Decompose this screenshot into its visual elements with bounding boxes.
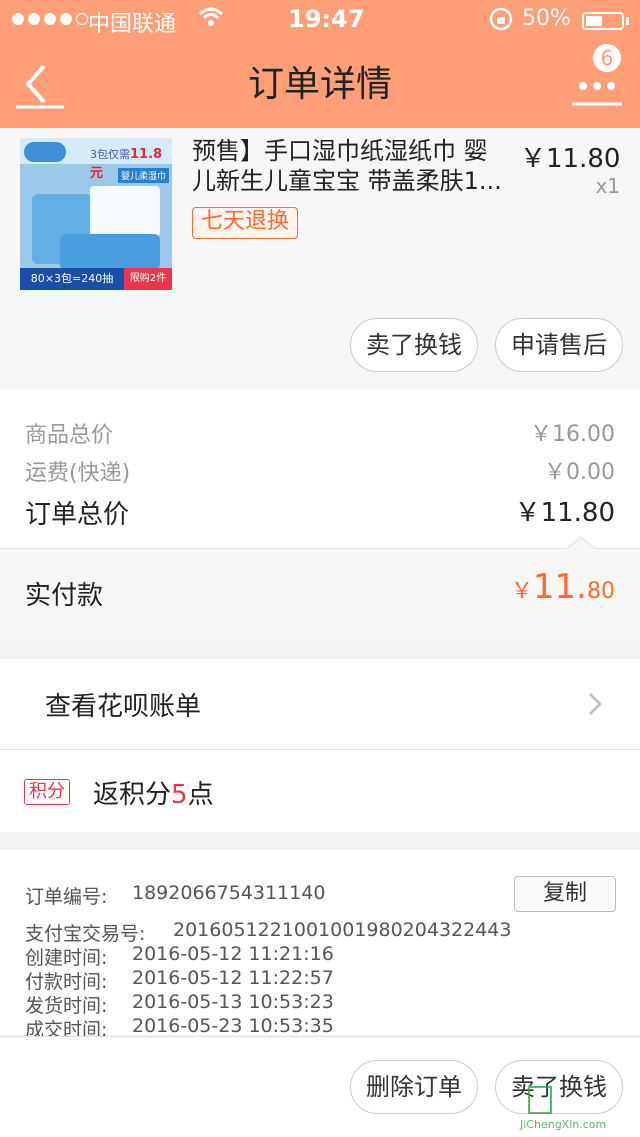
rotation-lock-icon xyxy=(488,6,514,38)
huabei-label: 查看花呗账单 xyxy=(45,692,202,722)
shipped-time-value: 2016-05-13 10:53:23 xyxy=(132,991,334,1013)
product-quantity: x1 xyxy=(595,174,620,198)
signal-icon xyxy=(12,13,88,25)
battery-percent: 50% xyxy=(522,6,571,31)
count-text: 80×3包=240抽 xyxy=(20,268,124,290)
alipay-trade-label: 支付宝交易号: xyxy=(25,923,146,945)
status-bar: 中国联通 19:47 50% xyxy=(0,0,640,40)
order-number-value: 1892066754311140 xyxy=(132,882,326,904)
watermark-text: JiChengXin.com xyxy=(520,1118,607,1131)
points-tag: 积分 xyxy=(24,779,70,805)
paid-label: 实付款 xyxy=(25,581,104,611)
order-number-label: 订单编号: xyxy=(25,886,108,908)
goods-total-value: ￥16.00 xyxy=(530,422,615,447)
limit-text: 限购2件 xyxy=(124,268,172,290)
watermark-logo-icon xyxy=(528,1086,552,1114)
goods-total-label: 商品总价 xyxy=(25,423,114,448)
chevron-right-icon xyxy=(589,693,602,715)
notification-badge: 6 xyxy=(591,42,623,74)
wifi-icon xyxy=(198,6,224,34)
copy-button[interactable]: 复制 xyxy=(514,876,616,912)
shipping-value: ￥0.00 xyxy=(544,460,615,485)
paid-time-value: 2016-05-12 11:22:57 xyxy=(132,967,334,989)
paid-time-label: 付款时间: xyxy=(25,971,108,993)
created-time-value: 2016-05-12 11:21:16 xyxy=(132,943,334,965)
return-policy-tag: 七天退换 xyxy=(192,207,299,239)
product-thumbnail[interactable]: 3包仅需11.8元 婴儿柔湿巾 80×3包=240抽 限购2件 xyxy=(20,138,172,290)
order-total-value: ￥11.80 xyxy=(514,498,615,528)
after-sales-button[interactable]: 申请售后 xyxy=(495,318,623,372)
sell-for-cash-button[interactable]: 卖了换钱 xyxy=(350,318,478,372)
paid-amount: ￥11.80 xyxy=(510,567,615,607)
product-price: ￥11.80 xyxy=(520,144,621,174)
created-time-label: 创建时间: xyxy=(25,947,108,969)
page-title: 订单详情 xyxy=(247,64,392,105)
points-text: 返积分5点 xyxy=(93,780,214,810)
brand-logo-icon xyxy=(24,142,66,162)
shipped-time-label: 发货时间: xyxy=(25,995,108,1017)
alipay-trade-value: 2016051221001001980204322443 xyxy=(173,919,512,941)
completed-time-value: 2016-05-23 10:53:35 xyxy=(132,1015,334,1037)
footer-sell-for-cash-button[interactable]: 卖了换钱 xyxy=(495,1060,623,1114)
clock-time: 19:47 xyxy=(288,5,365,33)
order-total-label: 订单总价 xyxy=(25,500,130,530)
product-chip: 婴儿柔湿巾 xyxy=(118,168,170,183)
product-title[interactable]: 预售】手口湿巾纸湿纸巾 婴儿新生儿童宝宝 带盖柔肤1... xyxy=(192,136,502,196)
shipping-label: 运费(快递) xyxy=(25,461,131,486)
battery-icon xyxy=(582,12,624,30)
delete-order-button[interactable]: 删除订单 xyxy=(350,1060,478,1114)
carrier-name: 中国联通 xyxy=(88,12,177,37)
caret-up-icon xyxy=(566,536,596,550)
